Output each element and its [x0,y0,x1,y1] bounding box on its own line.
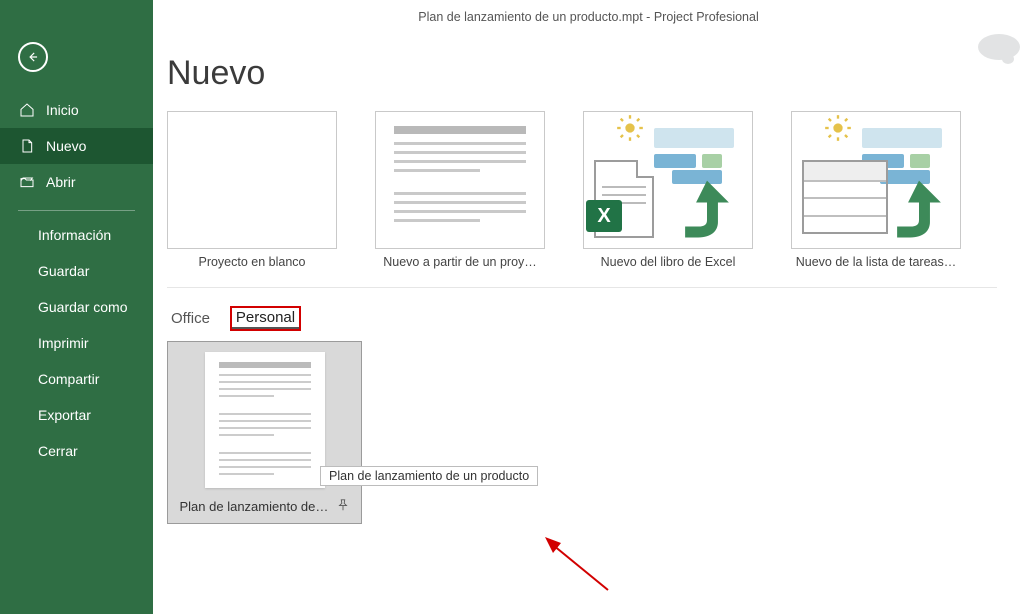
sidebar-item-guardar[interactable]: Guardar [0,253,153,289]
tab-office[interactable]: Office [167,308,214,329]
template-thumb: X [583,111,753,249]
document-name: Plan de lanzamiento de un producto.mpt [418,10,642,24]
template-from-excel[interactable]: X Nuevo del libro de Excel [583,111,753,269]
table-icon [802,160,888,234]
sidebar-item-imprimir[interactable]: Imprimir [0,325,153,361]
titlebar: Plan de lanzamiento de un producto.mpt -… [153,0,1024,24]
personal-template-label: Plan de lanzamiento de u… [180,499,330,514]
sidebar-item-label: Abrir [46,174,76,190]
sidebar-primary-nav: Inicio Nuevo Abrir [0,92,153,200]
folder-icon [18,173,36,191]
template-label: Nuevo de la lista de tareas… [791,255,961,269]
personal-template-card[interactable]: Plan de lanzamiento de u… Plan de lanzam… [167,341,362,524]
document-icon [18,137,36,155]
tooltip: Plan de lanzamiento de un producto [320,466,538,486]
template-label: Nuevo del libro de Excel [583,255,753,269]
arrow-up-icon [672,174,742,244]
annotation-arrow [543,535,613,595]
excel-icon: X [586,200,622,232]
app-name: Project Profesional [654,10,759,24]
page-title: Nuevo [167,54,1024,93]
sidebar-item-inicio[interactable]: Inicio [0,92,153,128]
template-thumb [205,352,325,488]
sidebar-item-abrir[interactable]: Abrir [0,164,153,200]
comment-cloud-tail [1002,54,1014,64]
sidebar-item-label: Inicio [46,102,79,118]
tab-personal[interactable]: Personal [232,308,299,329]
template-label: Nuevo a partir de un proy… [375,255,545,269]
template-thumb [375,111,545,249]
comment-cloud-icon [978,34,1020,60]
template-from-project[interactable]: Nuevo a partir de un proy… [375,111,545,269]
sidebar-item-exportar[interactable]: Exportar [0,397,153,433]
sidebar-item-label: Nuevo [46,138,86,154]
templates-tabs: Office Personal [167,308,1024,329]
sidebar-item-guardar-como[interactable]: Guardar como [0,289,153,325]
template-blank-project[interactable]: Proyecto en blanco [167,111,337,269]
sun-icon [616,114,644,142]
sidebar-item-cerrar[interactable]: Cerrar [0,433,153,469]
arrow-up-icon [884,174,954,244]
sidebar-divider [18,210,135,211]
home-icon [18,101,36,119]
template-thumb [791,111,961,249]
sidebar-item-informacion[interactable]: Información [0,217,153,253]
template-from-tasks[interactable]: Nuevo de la lista de tareas… [791,111,961,269]
featured-templates-row: Proyecto en blanco Nuevo a partir de un … [167,111,997,288]
backstage-sidebar: Inicio Nuevo Abrir Información Guardar G… [0,0,153,614]
sun-icon [824,114,852,142]
pin-icon[interactable] [336,498,350,515]
main-content: Plan de lanzamiento de un producto.mpt -… [153,0,1024,614]
arrow-left-icon [26,50,40,64]
template-label: Proyecto en blanco [167,255,337,269]
template-thumb [167,111,337,249]
sidebar-item-nuevo[interactable]: Nuevo [0,128,153,164]
sidebar-secondary-nav: Información Guardar Guardar como Imprimi… [0,217,153,469]
back-button[interactable] [18,42,48,72]
sidebar-item-compartir[interactable]: Compartir [0,361,153,397]
